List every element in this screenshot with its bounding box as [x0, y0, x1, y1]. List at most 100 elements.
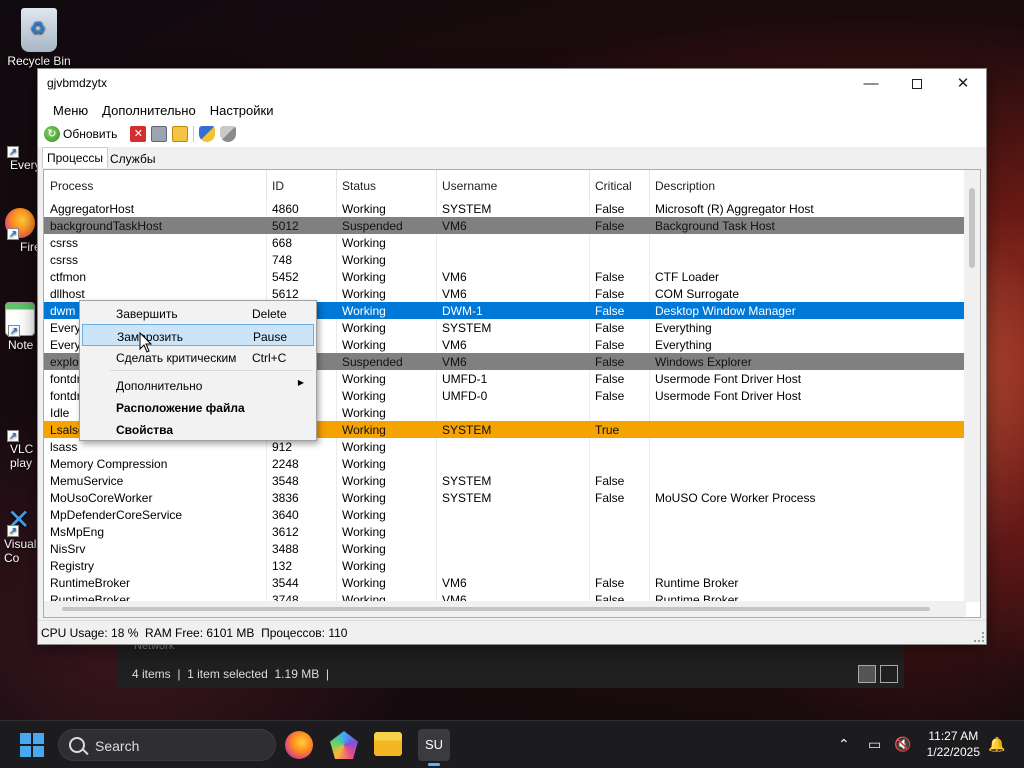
file-explorer-window-background[interactable]: Network 4 items | 1 item selected 1.19 M… [118, 640, 904, 688]
close-button[interactable]: ✕ [940, 69, 986, 99]
taskbar-search-box[interactable]: Search [58, 729, 276, 761]
refresh-button[interactable]: ↻ Обновить [44, 126, 117, 142]
firefox-taskbar-icon[interactable] [285, 731, 313, 759]
cell-status: Working [342, 389, 386, 403]
file-explorer-taskbar-icon[interactable] [374, 732, 402, 756]
cell-description: Microsoft (R) Aggregator Host [655, 202, 814, 216]
grid-line [266, 200, 267, 217]
context-menu-item[interactable]: Завершить Delete [82, 302, 314, 324]
table-row[interactable]: Registry 132 Working [44, 557, 966, 574]
grid-line [649, 404, 650, 421]
toolbar: ↻ Обновить ✕ [38, 121, 986, 147]
notification-bell-icon[interactable]: 🔔 [988, 736, 1005, 753]
scrollbar-thumb[interactable] [969, 188, 975, 268]
desktop-icon-firefox[interactable]: ↗ Fire [0, 208, 40, 254]
horizontal-scrollbar[interactable] [44, 601, 966, 617]
column-header-process[interactable]: Process [50, 179, 264, 193]
desktop-icon-vlc[interactable]: ↗ VLC r play [0, 410, 40, 470]
column-divider[interactable] [436, 170, 437, 200]
kill-process-icon[interactable]: ✕ [130, 126, 147, 142]
desktop-icon-label: Fire [20, 240, 40, 254]
network-icon[interactable]: ▭ [868, 736, 881, 753]
column-divider[interactable] [649, 170, 650, 200]
column-header-id[interactable]: ID [272, 179, 334, 193]
volume-muted-icon[interactable]: 🔇 [894, 736, 911, 753]
resize-grip[interactable] [974, 632, 984, 642]
system-utility-taskbar-icon[interactable]: SU [418, 729, 450, 766]
clock[interactable]: 11:27 AM 1/22/2025 [927, 728, 980, 760]
grid-line [589, 200, 590, 217]
menu-additional[interactable]: Дополнительно [95, 99, 203, 121]
cell-id: 5452 [272, 270, 299, 284]
table-row[interactable]: MemuService 3548 Working SYSTEM False [44, 472, 966, 489]
grid-line [336, 285, 337, 302]
desktop-icon-everything[interactable]: ↗ Every [0, 112, 40, 172]
table-row[interactable]: MoUsoCoreWorker 3836 Working SYSTEM False MoU… [44, 489, 966, 506]
context-menu-item[interactable]: Свойства [82, 418, 314, 440]
vertical-scrollbar[interactable] [964, 170, 980, 602]
cell-username: UMFD-1 [442, 372, 488, 386]
minimize-button[interactable]: — [848, 69, 894, 99]
column-divider[interactable] [589, 170, 590, 200]
cell-process: csrss [50, 253, 78, 267]
context-menu-item[interactable]: Дополнительно ▶ [82, 374, 314, 396]
grid-line [649, 455, 650, 472]
open-folder-icon[interactable] [172, 126, 189, 142]
grid-line [589, 404, 590, 421]
grid-line [336, 387, 337, 404]
table-row[interactable]: NisSrv 3488 Working [44, 540, 966, 557]
start-button[interactable] [20, 733, 44, 757]
grid-line [436, 319, 437, 336]
cell-description: Usermode Font Driver Host [655, 389, 802, 403]
table-row[interactable]: RuntimeBroker 3544 Working VM6 False Runtime … [44, 574, 966, 591]
chevron-up-icon[interactable]: ⌃ [838, 736, 850, 753]
grid-line [589, 319, 590, 336]
grid-line [589, 489, 590, 506]
taskbar: Search SU ⌃ ▭ 🔇 11:27 AM 1/22/2025 🔔 [0, 720, 1024, 768]
cell-description: Usermode Font Driver Host [655, 372, 802, 386]
menu-main[interactable]: Меню [46, 99, 95, 121]
desktop-icon-recycle-bin[interactable]: ♻ Recycle Bin [0, 8, 78, 68]
polygon-app-taskbar-icon[interactable] [330, 731, 358, 759]
column-header-username[interactable]: Username [442, 179, 588, 193]
table-row[interactable]: ctfmon 5452 Working VM6 False CTF Loader [44, 268, 966, 285]
details-view-icon[interactable] [858, 665, 876, 683]
grid-line [266, 540, 267, 557]
cell-id: 668 [272, 236, 293, 250]
table-row[interactable]: csrss 668 Working [44, 234, 966, 251]
tab-services[interactable]: Службы [106, 149, 159, 169]
grid-line [649, 234, 650, 251]
table-row[interactable]: MsMpEng 3612 Working [44, 523, 966, 540]
table-row[interactable]: MpDefenderCoreService 3640 Working [44, 506, 966, 523]
cell-status: Suspended [342, 355, 403, 369]
remove-critical-shield-icon[interactable] [220, 126, 237, 142]
cell-username: UMFD-0 [442, 389, 488, 403]
table-row[interactable]: Memory Compression 2248 Working [44, 455, 966, 472]
context-menu-item[interactable]: Сделать критическим Ctrl+C [82, 346, 314, 368]
tiles-view-icon[interactable] [880, 665, 898, 683]
context-menu-item[interactable]: Заморозить Pause [82, 324, 314, 346]
context-menu-item[interactable]: Расположение файла [82, 396, 314, 418]
column-header-status[interactable]: Status [342, 179, 436, 193]
menu-settings[interactable]: Настройки [203, 99, 281, 121]
table-row[interactable]: backgroundTaskHost 5012 Suspended VM6 False B… [44, 217, 966, 234]
title-bar[interactable]: gjvbmdzytx — ✕ [38, 69, 986, 99]
cell-username: VM6 [442, 576, 467, 590]
grid-line [649, 438, 650, 455]
column-divider[interactable] [336, 170, 337, 200]
table-row[interactable]: csrss 748 Working [44, 251, 966, 268]
column-divider[interactable] [266, 170, 267, 200]
desktop-icon-notepad[interactable]: ↗ Note [0, 302, 40, 352]
make-critical-shield-icon[interactable] [199, 126, 216, 142]
scrollbar-thumb[interactable] [62, 607, 930, 611]
desktop-icon-visual-studio-code[interactable]: ✕ ↗ Visual Co [0, 505, 40, 565]
column-header-critical[interactable]: Critical [595, 179, 647, 193]
maximize-button[interactable] [894, 69, 940, 99]
cell-critical: False [595, 338, 625, 352]
table-row[interactable]: AggregatorHost 4860 Working SYSTEM False Micr… [44, 200, 966, 217]
column-header-description[interactable]: Description [655, 179, 963, 193]
cell-description: MoUSO Core Worker Process [655, 491, 816, 505]
tab-processes[interactable]: Процессы [42, 147, 109, 168]
cell-id: 3836 [272, 491, 299, 505]
suspend-process-icon[interactable] [151, 126, 168, 142]
